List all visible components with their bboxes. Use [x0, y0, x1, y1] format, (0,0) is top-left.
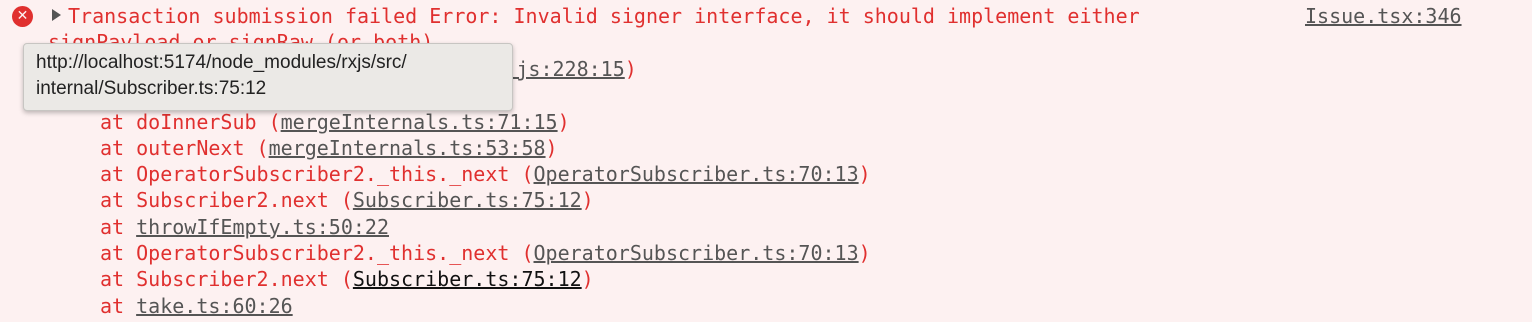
stack-frame-close-paren: ): [545, 135, 558, 160]
stack-frame-function: OperatorSubscriber2._this._next: [136, 241, 510, 266]
source-location-link[interactable]: Issue.tsx:346: [1305, 3, 1462, 29]
stack-frame: at Subscriber2.next (Subscriber.ts:75:12…: [100, 266, 871, 292]
stack-frame-open-paren: (: [328, 188, 353, 213]
stack-frame-location-link[interactable]: OperatorSubscriber.ts:70:13: [534, 162, 859, 186]
stack-frame-open-paren: (: [328, 267, 353, 292]
link-url-tooltip: http://localhost:5174/node_modules/rxjs/…: [23, 43, 513, 111]
stack-frame: at outerNext (mergeInternals.ts:53:58): [100, 135, 871, 161]
tooltip-url-line: http://localhost:5174/node_modules/rxjs/…: [36, 52, 407, 73]
stack-frame: at OperatorSubscriber2._this._next (Oper…: [100, 240, 871, 266]
stack-frame-close-paren: ): [557, 109, 570, 134]
stack-frame-location-link[interactable]: mergeInternals.ts:53:58: [269, 136, 546, 160]
stack-frame-function: Subscriber2.next: [136, 267, 329, 292]
stack-frame-close-paren: ): [581, 267, 594, 292]
console-error-message: ✕ Transaction submission failed Error: I…: [0, 0, 1532, 322]
stack-frame: at take.ts:60:26: [100, 293, 871, 319]
stack-frame: at throwIfEmpty.ts:50:22: [100, 214, 871, 240]
stack-frame-prefix: at: [100, 188, 137, 213]
stack-frame-location-link[interactable]: Subscriber.ts:75:12: [353, 188, 582, 212]
stack-frame-location-link[interactable]: mergeInternals.ts:71:15: [281, 110, 558, 134]
stack-frame-function: outerNext: [136, 135, 245, 160]
stack-frame-location-link[interactable]: OperatorSubscriber.ts:70:13: [534, 241, 859, 265]
stack-frame-prefix: at: [100, 162, 137, 187]
stack-frame-function: Subscriber2.next: [136, 188, 329, 213]
expand-triangle-icon[interactable]: [52, 9, 61, 21]
stack-frame: at OperatorSubscriber2._this._next (Oper…: [100, 161, 871, 187]
stack-frame-prefix: at: [100, 267, 137, 292]
tooltip-url-line: internal/Subscriber.ts:75:12: [36, 78, 267, 99]
stack-frame-close-paren: ): [858, 241, 871, 266]
stack-frame-prefix: at: [100, 109, 137, 134]
stack-frame-prefix: at: [100, 135, 137, 160]
stack-frame-prefix: at: [100, 214, 137, 239]
stack-frame-open-paren: (: [256, 109, 281, 134]
error-message-text: Transaction submission failed Error: Inv…: [68, 4, 1140, 28]
stack-frame-open-paren: (: [509, 241, 534, 266]
stack-frame-prefix: at: [100, 293, 137, 318]
stack-frame-prefix: at: [100, 241, 137, 266]
stack-frame: at Subscriber2.next (Subscriber.ts:75:12…: [100, 187, 871, 213]
stack-frame: at doInnerSub (mergeInternals.ts:71:15): [100, 109, 871, 135]
stack-frame-location-link[interactable]: take.ts:60:26: [136, 294, 293, 318]
stack-frame-location-link-hovered[interactable]: Subscriber.ts:75:12: [353, 267, 582, 291]
stack-frame-close-paren: ): [624, 57, 637, 81]
error-circle-x-icon: ✕: [12, 6, 33, 27]
stack-frame-close-paren: ): [581, 188, 594, 213]
stack-frame-open-paren: (: [509, 162, 534, 187]
stack-frame-function: OperatorSubscriber2._this._next: [136, 162, 510, 187]
stack-frame-open-paren: (: [244, 135, 269, 160]
stack-frame-close-paren: ): [858, 162, 871, 187]
stack-frame-location-link[interactable]: throwIfEmpty.ts:50:22: [136, 215, 389, 239]
stack-frame-function: doInnerSub: [136, 109, 257, 134]
